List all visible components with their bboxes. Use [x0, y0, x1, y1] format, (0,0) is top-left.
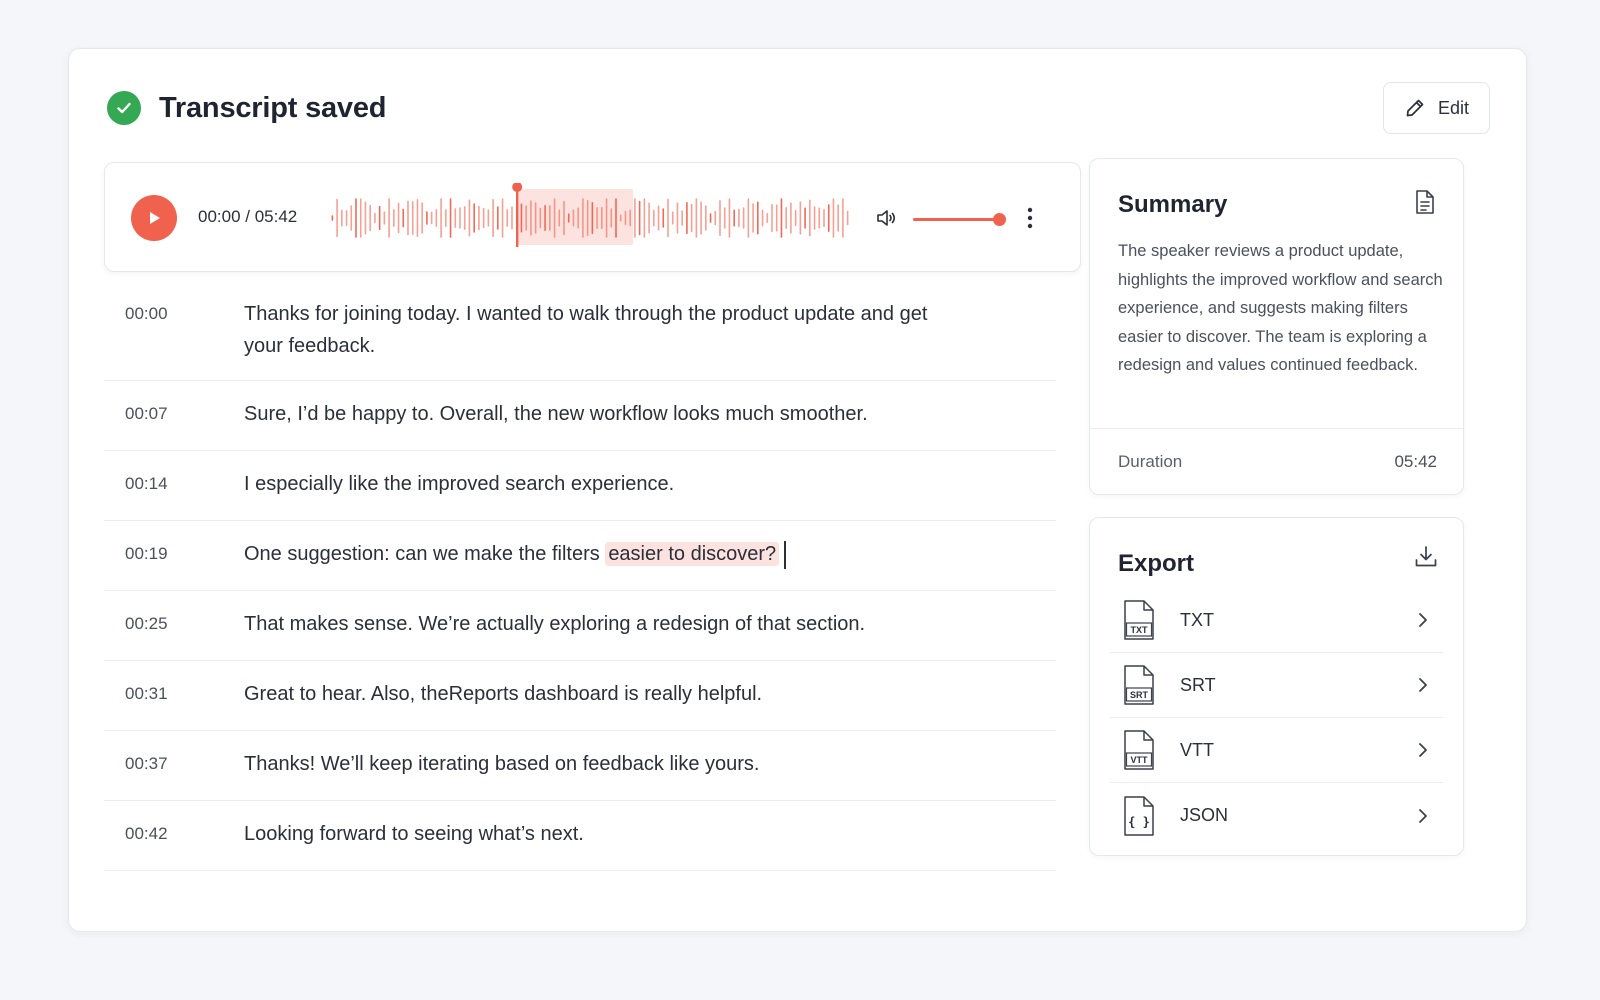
check-circle-icon [107, 91, 141, 125]
export-item-json[interactable]: { } JSON [1110, 783, 1443, 848]
svg-text:SRT: SRT [1130, 690, 1149, 700]
duration-label: Duration [1118, 452, 1183, 471]
more-vertical-icon[interactable] [1023, 203, 1037, 233]
download-icon[interactable] [1413, 544, 1439, 570]
transcript-row[interactable]: 00:37 Thanks! We’ll keep iterating based… [104, 731, 1056, 801]
svg-text:{ }: { } [1128, 815, 1150, 829]
time-readout: 00:00 / 05:42 [198, 207, 298, 226]
text-cursor [784, 540, 787, 569]
export-item-txt[interactable]: TXT TXT [1110, 588, 1443, 653]
timestamp[interactable]: 00:42 [104, 821, 244, 844]
transcript-row[interactable]: 00:00 Thanks for joining today. I wanted… [104, 283, 1056, 381]
volume-thumb[interactable] [992, 213, 1006, 226]
transcript-text[interactable]: Thanks for joining today. I wanted to wa… [244, 298, 944, 362]
transcript-row-active[interactable]: 00:19 One suggestion: can we make the fi… [104, 521, 1056, 591]
audio-player: 00:00 / 05:42 [104, 162, 1081, 272]
transcript-text[interactable]: One suggestion: can we make the filters … [244, 538, 944, 570]
export-item-srt[interactable]: SRT SRT [1110, 653, 1443, 718]
transcript-row[interactable]: 00:42 Looking forward to seeing what’s n… [104, 801, 1056, 871]
chevron-right-icon [1419, 743, 1427, 757]
export-list: TXT TXT SRT SRT VTT VTT {} JSON [1110, 588, 1443, 848]
page-title: Transcript saved [159, 91, 387, 124]
transcript-text[interactable]: Looking forward to seeing what’s next. [244, 818, 944, 850]
transcript-text[interactable]: Great to hear. Also, theReports dashboar… [244, 678, 944, 710]
file-vtt-icon: VTT [1124, 730, 1154, 770]
duration-value: 05:42 [1394, 452, 1437, 471]
header: Transcript saved [107, 91, 387, 125]
export-panel: Export TXT TXT SRT SRT VTT VTT {} JSON [1089, 517, 1464, 856]
transcript-card: Transcript saved Edit 00:00 / 05:42 00:0… [68, 48, 1527, 932]
svg-text:VTT: VTT [1131, 755, 1149, 765]
summary-title: Summary [1118, 191, 1228, 218]
transcript-list: 00:00 Thanks for joining today. I wanted… [104, 283, 1056, 871]
edit-button-label: Edit [1437, 97, 1470, 118]
transcript-text-plain: One suggestion: can we make the filters [244, 543, 606, 565]
export-title: Export [1118, 550, 1195, 577]
transcript-row[interactable]: 00:25 That makes sense. We’re actually e… [104, 591, 1056, 661]
file-txt-icon: TXT [1124, 600, 1154, 640]
timestamp[interactable]: 00:14 [104, 471, 244, 494]
volume-fill [913, 218, 999, 221]
highlighted-text[interactable]: easier to discover? [605, 542, 780, 566]
transcript-row[interactable]: 00:31 Great to hear. Also, theReports da… [104, 661, 1056, 731]
timestamp[interactable]: 00:19 [104, 541, 244, 564]
export-label: JSON [1180, 805, 1229, 825]
waveform-scrubber[interactable] [330, 183, 850, 253]
transcript-text[interactable]: That makes sense. We’re actually explori… [244, 608, 944, 640]
divider [1090, 428, 1463, 429]
transcript-row[interactable]: 00:14 I especially like the improved sea… [104, 451, 1056, 521]
timestamp[interactable]: 00:07 [104, 401, 244, 424]
edit-button[interactable]: Edit [1383, 82, 1490, 134]
transcript-text[interactable]: Sure, I’d be happy to. Overall, the new … [244, 398, 944, 430]
file-srt-icon: SRT [1124, 665, 1154, 705]
summary-panel: Summary The speaker reviews a product up… [1089, 158, 1464, 495]
pencil-icon [1406, 99, 1424, 117]
volume-slider[interactable] [913, 207, 1006, 231]
timestamp[interactable]: 00:25 [104, 611, 244, 634]
transcript-text[interactable]: Thanks! We’ll keep iterating based on fe… [244, 748, 944, 780]
summary-text: The speaker reviews a product update, hi… [1118, 242, 1443, 374]
export-label: TXT [1180, 609, 1214, 630]
transcript-row[interactable]: 00:07 Sure, I’d be happy to. Overall, th… [104, 381, 1056, 451]
chevron-right-icon [1419, 808, 1427, 823]
volume-icon[interactable] [875, 206, 899, 230]
chevron-right-icon [1419, 613, 1427, 627]
export-label: SRT [1180, 674, 1216, 695]
chevron-right-icon [1419, 678, 1427, 692]
play-icon [150, 212, 160, 224]
timestamp[interactable]: 00:37 [104, 751, 244, 774]
transcript-text[interactable]: I especially like the improved search ex… [244, 468, 944, 500]
file-json-icon: { } [1124, 795, 1154, 836]
export-item-vtt[interactable]: VTT VTT [1110, 718, 1443, 783]
timestamp[interactable]: 00:31 [104, 681, 244, 704]
svg-text:TXT: TXT [1131, 625, 1149, 635]
document-icon [1416, 190, 1434, 214]
play-button[interactable] [131, 195, 177, 241]
export-label: VTT [1180, 739, 1214, 760]
timestamp[interactable]: 00:00 [104, 301, 244, 324]
